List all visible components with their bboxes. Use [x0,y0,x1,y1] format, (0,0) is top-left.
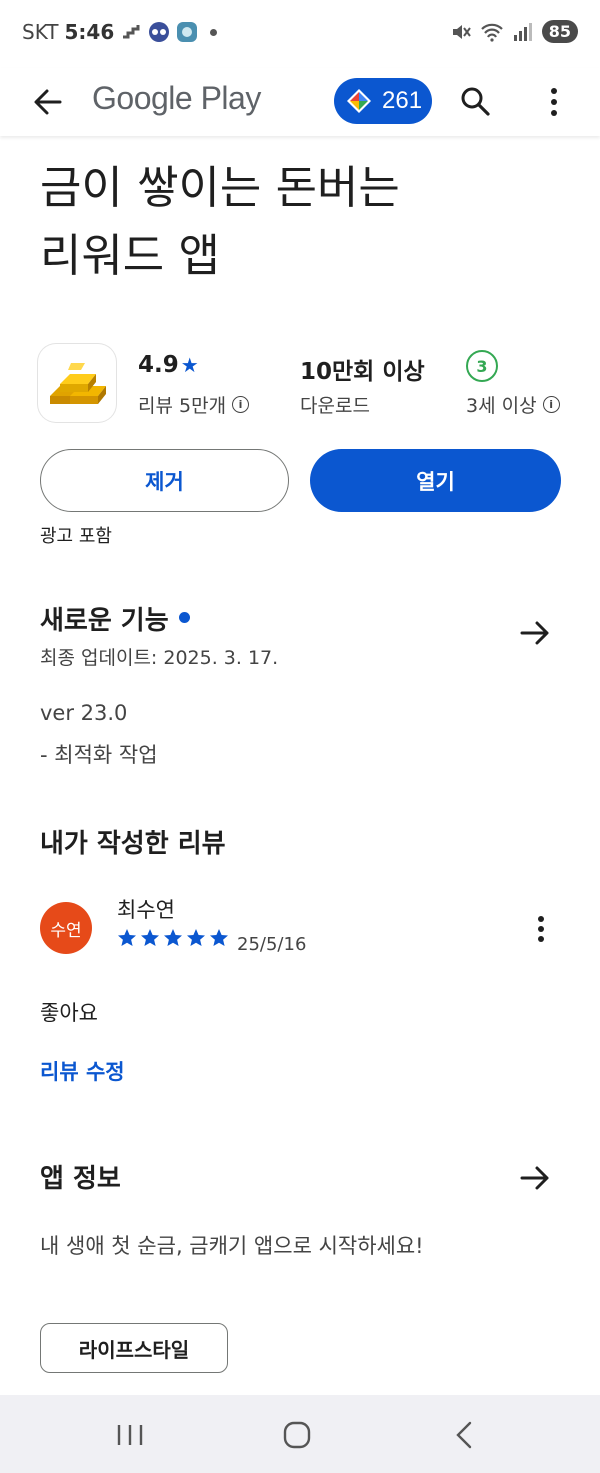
cell-signal-icon [513,22,532,41]
app-title-line-2: 리워드 앱 [40,229,220,282]
reviews-count-label: 리뷰 5만개 [138,395,227,417]
avatar: 수연 [40,902,92,954]
category-chip[interactable]: 라이프스타일 [40,1323,228,1373]
review-text: 좋아요 [40,1001,98,1025]
clock: 5:46 [64,20,115,44]
last-updated: 최종 업데이트: 2025. 3. 17. [40,647,279,669]
downloads-label: 다운로드 [300,391,370,418]
top-app-bar: Google Play 261 [0,68,600,136]
whats-new-heading[interactable]: 새로운 기능 [40,600,190,637]
app-title-line-1: 금이 쌓이는 돈버는 [40,161,400,214]
star-icon [118,929,136,946]
brand-title: Google Play [92,80,261,116]
arrow-right-icon[interactable] [516,1159,554,1197]
new-indicator-dot [178,612,190,623]
app-notification-icon-2 [177,22,198,42]
home-icon[interactable] [277,1415,317,1455]
back-arrow-icon[interactable] [28,82,68,122]
back-nav-icon[interactable] [444,1415,484,1455]
whats-new-title: 새로운 기능 [40,606,169,636]
review-date: 25/5/16 [237,934,307,955]
system-nav-bar [0,1395,600,1473]
downloads-value: 10만회 이상 [300,359,425,385]
battery-badge: 85 [541,20,578,43]
app-title-area: 금이 쌓이는 돈버는 리워드 앱 [0,136,600,326]
info-icon: i [542,396,560,413]
release-notes: - 최적화 작업 [40,743,158,767]
star-icon [164,929,182,946]
arrow-right-icon[interactable] [516,614,554,652]
star-icon [187,929,205,946]
uninstall-button[interactable]: 제거 [40,449,289,512]
more-vert-icon[interactable] [534,82,574,122]
status-right: 85 [450,20,578,43]
star-icon [210,929,228,946]
status-left: SKT 5:46 [22,20,218,44]
review-stars [117,928,229,948]
edit-review-link[interactable]: 리뷰 수정 [40,1056,125,1086]
about-description: 내 생애 첫 순금, 금캐기 앱으로 시작하세요! [40,1234,424,1258]
star-icon [141,929,159,946]
app-icon [38,344,116,422]
search-icon[interactable] [456,82,496,122]
reviews-count[interactable]: 리뷰 5만개 i [138,391,250,418]
app-title: 금이 쌓이는 돈버는 리워드 앱 [40,136,580,290]
status-bar: SKT 5:46 85 [0,0,600,68]
open-button[interactable]: 열기 [310,449,561,512]
my-review-heading: 내가 작성한 리뷰 [40,829,226,859]
contains-ads-note: 광고 포함 [40,526,112,547]
play-points-icon [347,89,371,113]
rating-value-row: 4.9 ★ [138,352,199,378]
about-heading[interactable]: 앱 정보 [40,1158,121,1195]
gold-bars-icon [50,363,106,404]
app-notification-icon [149,22,170,42]
mute-icon [452,24,471,39]
version-text: ver 23.0 [40,701,128,725]
more-vert-icon[interactable] [524,910,558,948]
wifi-icon [480,23,503,42]
more-notifications-dot [210,28,218,36]
recent-apps-icon[interactable] [110,1415,150,1455]
star-icon: ★ [180,353,199,377]
carrier-label: SKT [22,20,59,44]
play-points-button[interactable]: 261 [334,78,432,124]
age-rating-badge: 3 [466,350,498,382]
signal-steps-icon [123,25,140,39]
play-points-count: 261 [382,87,423,114]
age-rating-label: 3세 이상 [466,395,537,417]
rating-value: 4.9 [138,352,179,378]
age-rating[interactable]: 3세 이상 i [466,391,560,418]
info-icon: i [232,396,250,413]
reviewer-name: 최수연 [117,898,175,922]
downloads-label-text: 다운로드 [300,395,370,417]
